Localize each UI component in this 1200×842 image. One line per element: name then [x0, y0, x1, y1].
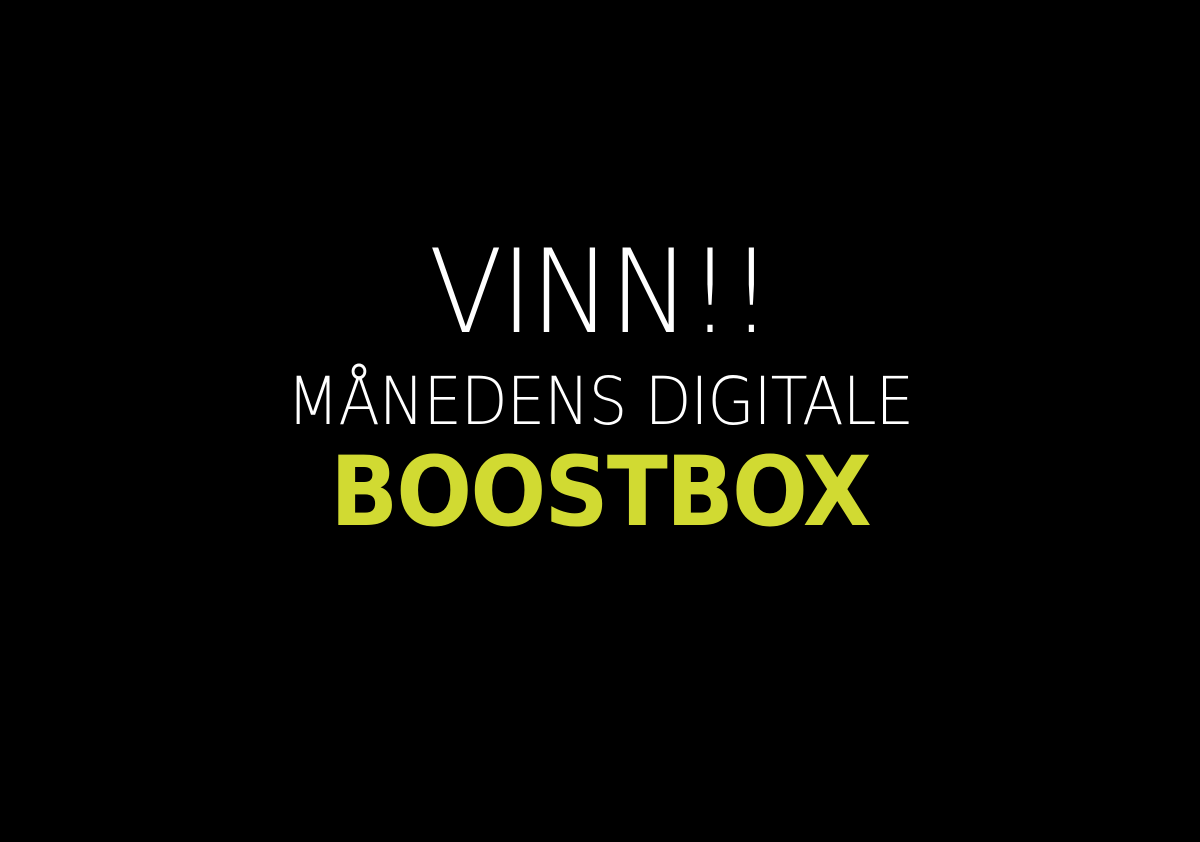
headline-win: VINN!!: [428, 225, 773, 360]
headline-brand: BOOSTBOX: [330, 436, 872, 548]
poster-canvas: VINN!! MÅNEDENS DIGITALE BOOSTBOX: [0, 0, 1200, 842]
headline-subtitle: MÅNEDENS DIGITALE: [286, 363, 914, 440]
